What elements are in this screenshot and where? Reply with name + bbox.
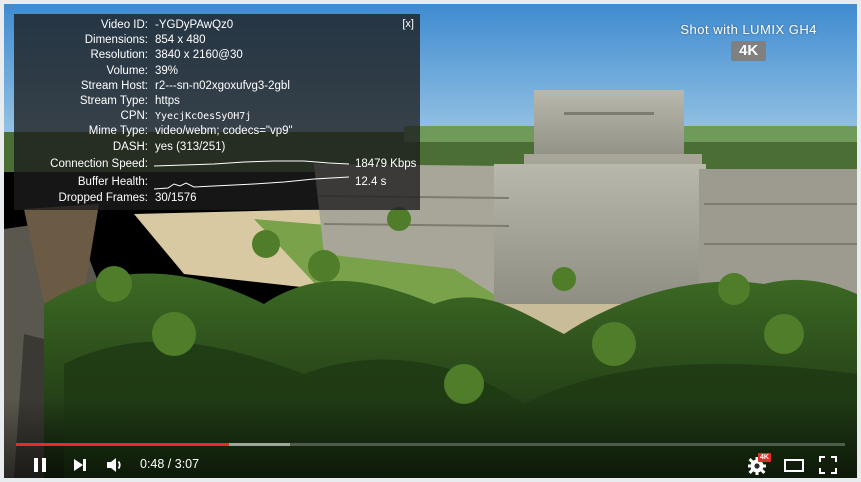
next-icon [74, 459, 86, 471]
watermark-text: Shot with LUMIX GH4 [680, 22, 817, 37]
stat-label: Connection Speed: [50, 157, 148, 170]
stat-label: CPN: [120, 110, 148, 123]
stat-value: 30/1576 [155, 191, 197, 204]
stat-label: Resolution: [90, 49, 148, 62]
stat-row-video-id: Video ID: -YGDyPAwQz0 [14, 18, 420, 33]
stat-value: 854 x 480 [155, 34, 206, 47]
stat-row-buffer-health: Buffer Health: 12.4 s [14, 173, 420, 191]
fullscreen-icon [819, 456, 837, 474]
stat-label: Volume: [106, 64, 148, 77]
controls-gradient [4, 398, 857, 478]
stat-value: video/webm; codecs="vp9" [155, 125, 293, 138]
stat-value: YyecjKcOesSyOH7j [155, 111, 252, 123]
connection-speed-value: 18479 Kbps [355, 157, 417, 170]
play-pause-button[interactable] [30, 455, 50, 475]
stat-row-dropped-frames: Dropped Frames: 30/1576 [14, 191, 420, 206]
stat-row-dimensions: Dimensions: 854 x 480 [14, 33, 420, 48]
stat-label: Stream Host: [80, 79, 148, 92]
stat-label: Mime Type: [88, 125, 148, 138]
buffer-health-graph [154, 176, 349, 190]
stat-value: 39% [155, 64, 179, 77]
stat-label: Dropped Frames: [58, 191, 148, 204]
stat-row-connection-speed: Connection Speed: 18479 Kbps [14, 155, 420, 173]
stat-value: r2---sn-n02xgoxufvg3-2gbl [155, 79, 290, 92]
stat-label: Dimensions: [84, 34, 148, 47]
stat-row-resolution: Resolution: 3840 x 2160@30 [14, 48, 420, 63]
quality-badge: 4K [758, 453, 771, 462]
stat-row-cpn: CPN: YyecjKcOesSyOH7j [14, 109, 420, 124]
time-display: 0:48 / 3:07 [140, 457, 200, 471]
stat-row-mime-type: Mime Type: video/webm; codecs="vp9" [14, 124, 420, 139]
stat-value: https [155, 94, 180, 107]
stat-row-stream-type: Stream Type: https [14, 94, 420, 109]
volume-button[interactable] [104, 455, 126, 475]
fullscreen-button[interactable] [818, 455, 838, 475]
buffer-health-value: 12.4 s [355, 175, 387, 188]
watermark-4k-badge: 4K [731, 41, 767, 61]
stat-row-volume: Volume: 39% [14, 64, 420, 79]
pause-icon [34, 458, 46, 472]
stat-row-stream-host: Stream Host: r2---sn-n02xgoxufvg3-2gbl [14, 79, 420, 94]
progress-played [16, 443, 230, 446]
stats-for-nerds-panel: [x] Video ID: -YGDyPAwQz0 Dimensions: 85… [14, 14, 420, 210]
next-video-button[interactable] [70, 455, 90, 475]
stat-value: -YGDyPAwQz0 [155, 19, 234, 31]
theater-icon [784, 459, 804, 472]
stat-label: Stream Type: [79, 94, 148, 107]
stat-label: Video ID: [100, 19, 148, 31]
stat-value: 3840 x 2160@30 [155, 49, 243, 62]
connection-speed-graph [154, 160, 349, 167]
settings-button[interactable]: 4K [746, 453, 772, 477]
video-player[interactable]: [x] Video ID: -YGDyPAwQz0 Dimensions: 85… [4, 4, 857, 478]
stat-row-dash: DASH: yes (313/251) [14, 140, 420, 155]
video-watermark: Shot with LUMIX GH4 4K [680, 22, 817, 61]
stat-value: yes (313/251) [155, 140, 226, 153]
progress-bar[interactable] [16, 443, 845, 446]
stat-label: Buffer Health: [77, 175, 148, 188]
volume-icon [107, 458, 121, 472]
theater-mode-button[interactable] [782, 455, 806, 475]
stat-label: DASH: [112, 140, 148, 153]
